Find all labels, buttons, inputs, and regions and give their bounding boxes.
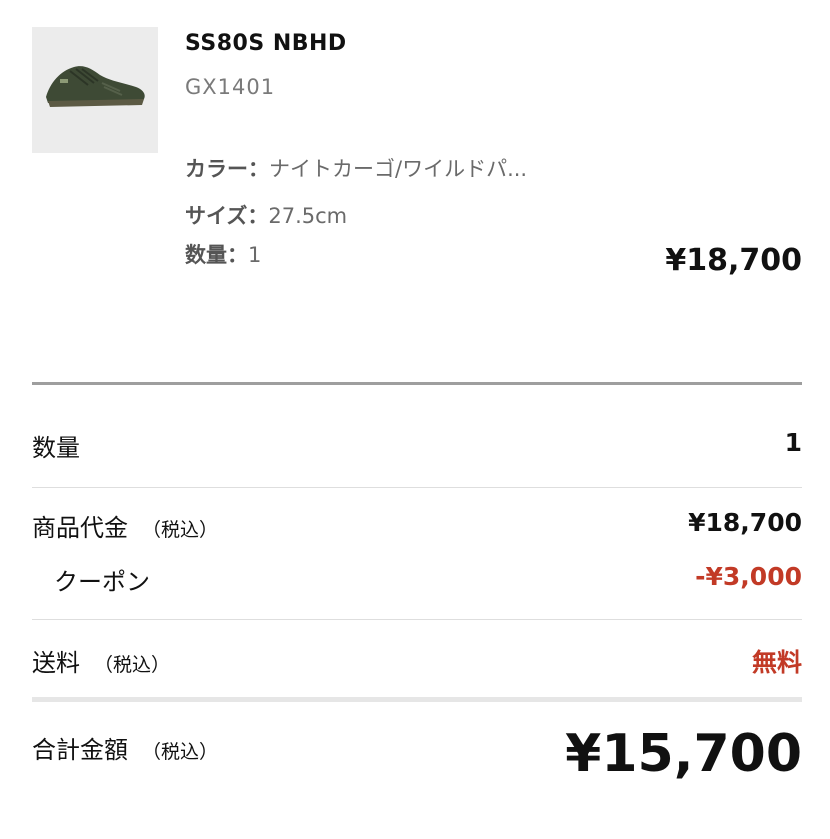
product-price: ¥18,700 — [665, 243, 802, 278]
summary-quantity-label: 数量 — [32, 434, 80, 462]
product-quantity: 数量：1 — [185, 239, 261, 269]
product-size: サイズ：27.5cm — [185, 200, 347, 230]
quantity-value: 1 — [248, 243, 262, 267]
subtotal-label: 商品代金 — [32, 514, 128, 542]
subtotal-value: ¥18,700 — [688, 508, 802, 537]
subtotal-tax-note: （税込） — [142, 519, 219, 541]
product-image[interactable] — [32, 27, 158, 153]
row-divider — [32, 619, 802, 620]
size-value: 27.5cm — [268, 204, 348, 228]
coupon-label: クーポン — [54, 568, 150, 596]
product-code: GX1401 — [185, 75, 276, 99]
product-item: SS80S NBHD GX1401 カラー：ナイトカーゴ/ワイルドパ... サイ… — [32, 27, 802, 287]
total-divider — [32, 697, 802, 702]
shipping-value: 無料 — [751, 648, 802, 677]
shoe-icon — [46, 66, 145, 107]
quantity-label: 数量： — [185, 243, 248, 267]
shipping-tax-note: （税込） — [94, 654, 171, 676]
shipping-label: 送料 — [32, 649, 80, 677]
summary-quantity-value: 1 — [784, 428, 802, 457]
product-name[interactable]: SS80S NBHD — [185, 31, 347, 56]
total-value: ¥15,700 — [565, 724, 802, 784]
color-value: ナイトカーゴ/ワイルドパ... — [269, 157, 528, 181]
color-label: カラー： — [185, 157, 269, 181]
total-label: 合計金額 — [32, 736, 128, 764]
product-color: カラー：ナイトカーゴ/ワイルドパ... — [185, 153, 527, 183]
size-label: サイズ： — [185, 204, 269, 228]
section-divider — [32, 382, 802, 385]
coupon-value: -¥3,000 — [695, 562, 802, 591]
total-tax-note: （税込） — [142, 741, 219, 763]
row-divider — [32, 487, 802, 488]
